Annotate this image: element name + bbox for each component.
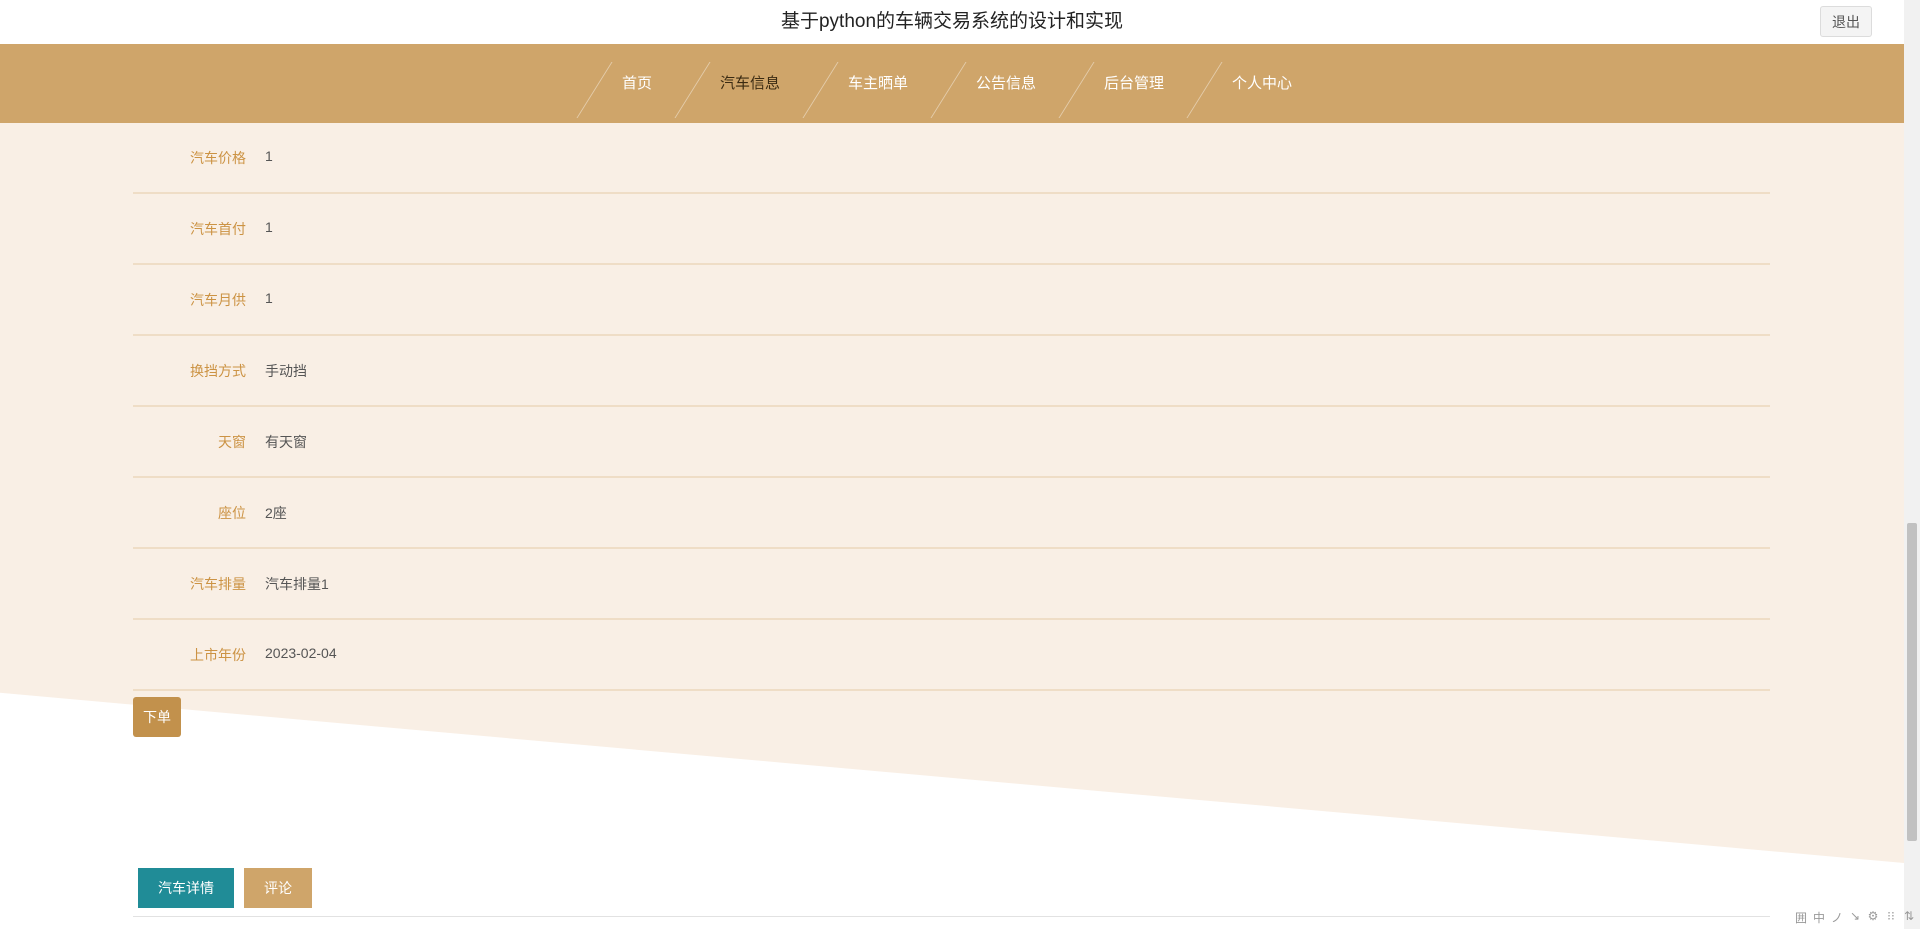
nav-item-home[interactable]: 首页 — [588, 44, 686, 123]
detail-label: 汽车月供 — [190, 292, 246, 308]
logout-button[interactable]: 退出 — [1820, 6, 1872, 37]
detail-value: 手动挡 — [265, 363, 307, 379]
ime-keyboard-icon[interactable]: ⁝⁝ — [1884, 909, 1898, 927]
place-order-button[interactable]: 下单 — [133, 697, 181, 737]
detail-value: 2座 — [265, 505, 287, 521]
nav-item-car-info[interactable]: 汽车信息 — [686, 44, 814, 123]
detail-row-displacement: 汽车排量 汽车排量1 — [133, 549, 1770, 620]
main-nav: 首页 汽车信息 车主晒单 公告信息 后台管理 个人中心 — [0, 44, 1904, 123]
detail-tabs: 汽车详情 评论 — [138, 868, 322, 908]
nav-item-announcements[interactable]: 公告信息 — [942, 44, 1070, 123]
detail-value: 1 — [265, 290, 273, 306]
detail-row-seats: 座位 2座 — [133, 478, 1770, 549]
ime-punctuation-icon[interactable]: ↘ — [1848, 909, 1862, 927]
detail-value: 有天窗 — [265, 434, 307, 450]
ime-chinese-mode-icon[interactable]: 中 — [1812, 909, 1826, 927]
detail-label: 汽车首付 — [190, 221, 246, 237]
car-detail-list: 汽车价格 1 汽车首付 1 汽车月供 1 换挡方式 手动挡 天窗 有天窗 座位 … — [133, 123, 1770, 691]
ime-toolbar: 囲 中 ノ ↘ ⚙ ⁝⁝ ⇅ — [1794, 909, 1916, 927]
ime-settings-icon[interactable]: ⚙ — [1866, 909, 1880, 927]
ime-half-width-icon[interactable]: ノ — [1830, 909, 1844, 927]
tab-divider — [133, 916, 1770, 917]
ime-grid-icon[interactable]: 囲 — [1794, 909, 1808, 927]
detail-row-down-payment: 汽车首付 1 — [133, 194, 1770, 265]
site-title: 基于python的车辆交易系统的设计和实现 — [780, 11, 1124, 32]
detail-value: 2023-02-04 — [265, 645, 337, 661]
top-bar: 基于python的车辆交易系统的设计和实现 退出 — [0, 0, 1904, 44]
tab-comments[interactable]: 评论 — [244, 868, 312, 908]
detail-value: 1 — [265, 219, 273, 235]
nav-item-admin[interactable]: 后台管理 — [1070, 44, 1198, 123]
detail-row-transmission: 换挡方式 手动挡 — [133, 336, 1770, 407]
nav-item-owner-showcase[interactable]: 车主晒单 — [814, 44, 942, 123]
page-scrollbar[interactable] — [1904, 0, 1920, 929]
detail-row-price: 汽车价格 1 — [133, 123, 1770, 194]
detail-label: 上市年份 — [190, 647, 246, 663]
detail-label: 汽车价格 — [190, 150, 246, 166]
detail-label: 天窗 — [218, 434, 246, 450]
detail-row-sunroof: 天窗 有天窗 — [133, 407, 1770, 478]
scrollbar-thumb[interactable] — [1907, 523, 1917, 841]
detail-value: 1 — [265, 148, 273, 164]
detail-value: 汽车排量1 — [265, 576, 329, 592]
detail-label: 汽车排量 — [190, 576, 246, 592]
nav-item-profile[interactable]: 个人中心 — [1198, 44, 1326, 123]
ime-more-icon[interactable]: ⇅ — [1902, 909, 1916, 927]
detail-row-release-year: 上市年份 2023-02-04 — [133, 620, 1770, 691]
detail-row-monthly-payment: 汽车月供 1 — [133, 265, 1770, 336]
detail-label: 座位 — [218, 505, 246, 521]
detail-label: 换挡方式 — [190, 363, 246, 379]
tab-car-details[interactable]: 汽车详情 — [138, 868, 234, 908]
